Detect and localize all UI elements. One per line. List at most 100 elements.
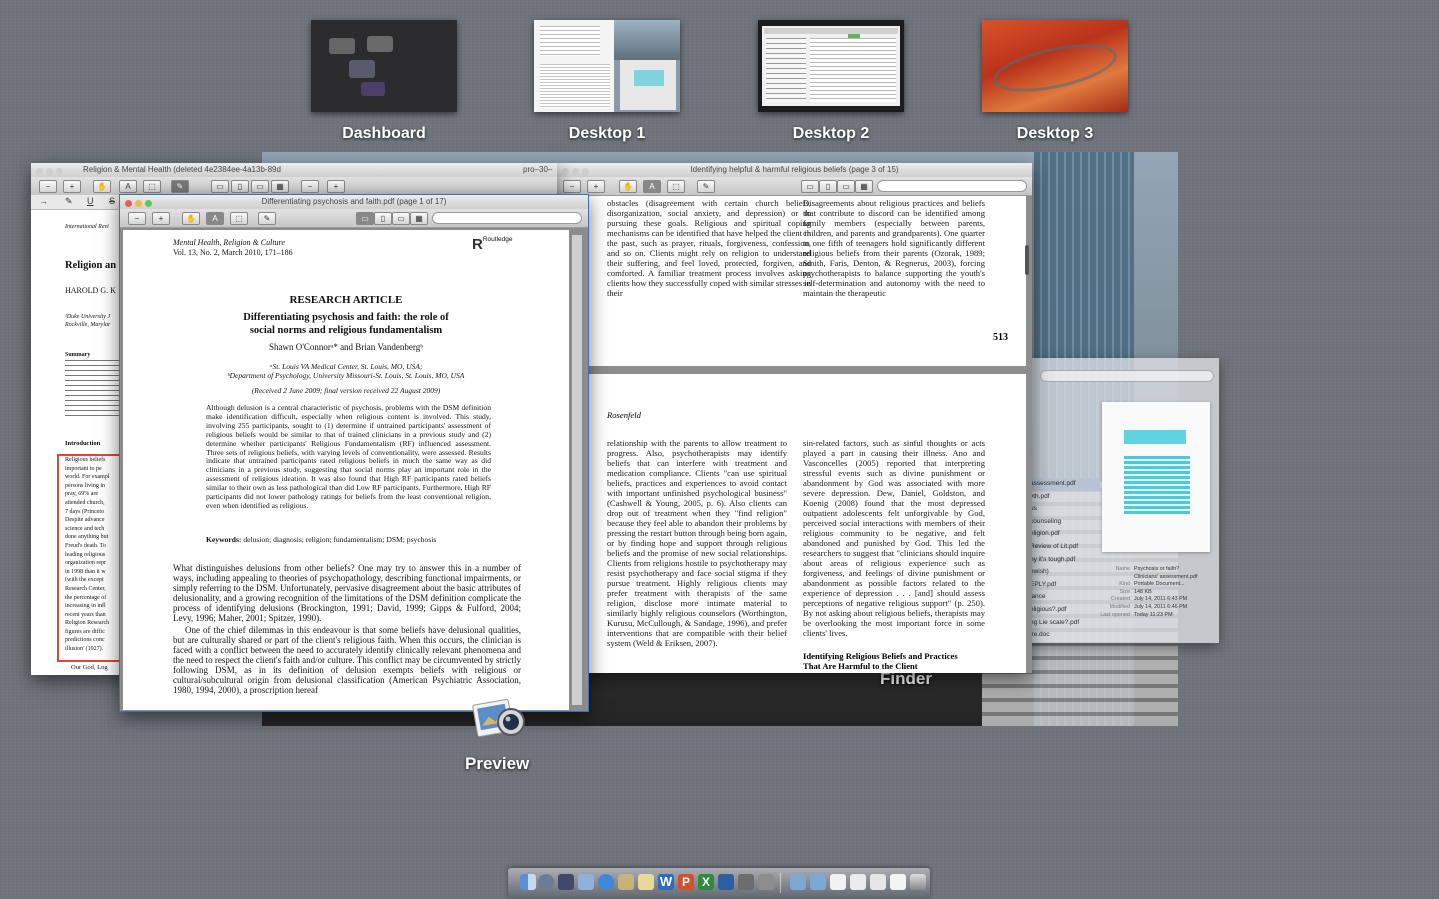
pdf-page: Mental Health, Religion & Culture Vol. 1… [123, 230, 569, 710]
text-tool-icon[interactable]: A [206, 212, 224, 225]
preview-dock-icon[interactable] [618, 874, 634, 890]
received-dates: (Received 2 June 2009; final version rec… [251, 386, 441, 395]
view-grid-icon[interactable]: ▦ [410, 212, 428, 225]
space-label-desktop2[interactable]: Desktop 2 [741, 125, 921, 143]
trash-dock-icon[interactable] [910, 874, 926, 890]
finder-file-item[interactable]: eligion.pdf [1030, 528, 1100, 541]
window-titlebar[interactable]: Differentiating psychosis and faith.pdf … [120, 195, 588, 209]
annotate-icon[interactable]: ✎ [171, 180, 189, 193]
space-dashboard-thumbnail[interactable] [311, 20, 457, 112]
finder-file-item[interactable]: us [1030, 503, 1100, 516]
app-dock-icon[interactable] [738, 874, 754, 890]
zoom-in-icon[interactable]: + [587, 180, 605, 193]
preview-window-identifying-beliefs[interactable]: Identifying helpful & harmful religious … [557, 163, 1032, 673]
hand-tool-icon[interactable]: ✋ [93, 180, 111, 193]
text-tool-icon[interactable]: A [119, 180, 137, 193]
app-label-preview[interactable]: Preview [465, 754, 529, 774]
hand-tool-icon[interactable]: ✋ [619, 180, 637, 193]
excel-dock-icon[interactable]: X [698, 874, 714, 890]
finder-file-item[interactable]: hy it's tough.pdf [1030, 554, 1100, 567]
annotate-icon[interactable]: ✎ [258, 212, 276, 225]
finder-file-item[interactable]: Review of Lit.pdf [1030, 541, 1100, 554]
mission-control-dock-icon[interactable] [558, 874, 574, 890]
app-dock-icon[interactable] [758, 874, 774, 890]
vertical-scrollbar[interactable] [572, 235, 582, 705]
folder-dock-icon[interactable] [810, 874, 826, 890]
vertical-scrollbar[interactable] [1025, 245, 1029, 275]
finder-window[interactable]: assessment.pdf vth.pdf us counseling eli… [1000, 358, 1219, 643]
finder-file-item[interactable]: ewish) [1030, 566, 1100, 579]
introduction-heading: Introduction [65, 440, 101, 447]
select-tool-icon[interactable]: ⬚ [667, 180, 685, 193]
document-dock-icon[interactable] [890, 874, 906, 890]
select-tool-icon[interactable]: ⬚ [230, 212, 248, 225]
zoom-out-icon[interactable]: − [563, 180, 581, 193]
view-single-icon[interactable]: ▭ [356, 212, 374, 225]
hand-tool-icon[interactable]: ✋ [182, 212, 200, 225]
section-heading-line: Identifying Religious Beliefs and Practi… [803, 651, 958, 661]
space-desktop3-thumbnail[interactable] [982, 20, 1128, 112]
space-desktop2-thumbnail[interactable] [758, 20, 904, 112]
launchpad-dock-icon[interactable] [538, 874, 554, 890]
safari-dock-icon[interactable] [598, 874, 614, 890]
view-grid-icon[interactable]: ▦ [271, 180, 289, 193]
abstract: Although delusion is a central character… [206, 403, 491, 510]
finder-file-item[interactable]: eligious?.pdf [1030, 604, 1100, 617]
preview-app-icon[interactable] [471, 692, 529, 748]
outlook-dock-icon[interactable] [718, 874, 734, 890]
window-toolbar: − + ✋ A ⬚ ✎ ▭ ▯ ▭ ▦ [557, 177, 1032, 196]
view-two-icon[interactable]: ▭ [837, 180, 855, 193]
keywords-list: delusion; diagnosis; religion; fundament… [243, 535, 437, 544]
zoom-out-icon[interactable]: − [128, 212, 146, 225]
view-thumbs-icon[interactable]: ▯ [374, 212, 392, 225]
strike-icon[interactable]: S [109, 196, 115, 206]
finder-file-item[interactable]: counseling [1030, 516, 1100, 529]
notes-dock-icon[interactable] [638, 874, 654, 890]
window-titlebar[interactable]: Religion & Mental Health (deleted 4e2384… [31, 163, 557, 177]
zoom-in-icon[interactable]: + [152, 212, 170, 225]
arrow-icon[interactable]: → [39, 196, 48, 206]
window-titlebar[interactable]: Identifying helpful & harmful religious … [557, 163, 1032, 177]
body-paragraph: What distinguishes delusions from other … [173, 563, 521, 623]
space-desktop1-thumbnail[interactable] [534, 20, 680, 112]
finder-dock-icon[interactable] [520, 874, 536, 890]
space-label-desktop1[interactable]: Desktop 1 [517, 125, 697, 143]
mail-dock-icon[interactable] [578, 874, 594, 890]
pencil-icon[interactable]: ✎ [65, 196, 73, 207]
zoom-out-icon[interactable]: − [301, 180, 319, 193]
zoom-in-icon[interactable]: + [63, 180, 81, 193]
space-label-dashboard[interactable]: Dashboard [294, 125, 474, 143]
document-dock-icon[interactable] [850, 874, 866, 890]
preview-window-differentiating-psychosis[interactable]: Differentiating psychosis and faith.pdf … [119, 194, 589, 712]
finder-file-item[interactable]: iance [1030, 591, 1100, 604]
finder-file-item[interactable]: ire.doc [1030, 629, 1100, 642]
document-dock-icon[interactable] [870, 874, 886, 890]
underline-icon[interactable]: U [87, 196, 94, 206]
folder-dock-icon[interactable] [790, 874, 806, 890]
document-dock-icon[interactable] [830, 874, 846, 890]
window-controls[interactable] [36, 166, 66, 177]
finder-file-item[interactable]: ng Lie scale?.pdf [1030, 617, 1100, 630]
view-grid-icon[interactable]: ▦ [855, 180, 873, 193]
view-two-icon[interactable]: ▭ [392, 212, 410, 225]
zoom-out-icon[interactable]: − [39, 180, 57, 193]
view-single-icon[interactable]: ▭ [211, 180, 229, 193]
view-thumbs-icon[interactable]: ▯ [819, 180, 837, 193]
search-field[interactable] [432, 212, 582, 224]
view-single-icon[interactable]: ▭ [801, 180, 819, 193]
zoom-in-icon[interactable]: + [327, 180, 345, 193]
space-label-desktop3[interactable]: Desktop 3 [965, 125, 1145, 143]
finder-file-item[interactable]: vth.pdf [1030, 491, 1100, 504]
view-thumbs-icon[interactable]: ▯ [231, 180, 249, 193]
finder-file-item[interactable]: EPLY.pdf [1030, 579, 1100, 592]
finder-file-item[interactable]: assessment.pdf [1030, 478, 1100, 491]
select-tool-icon[interactable]: ⬚ [143, 180, 161, 193]
text-tool-icon[interactable]: A [643, 180, 661, 193]
view-two-icon[interactable]: ▭ [251, 180, 269, 193]
finder-search-field[interactable] [1040, 370, 1214, 382]
search-field[interactable] [877, 180, 1027, 192]
powerpoint-dock-icon[interactable]: P [678, 874, 694, 890]
word-dock-icon[interactable]: W [658, 874, 674, 890]
annotate-icon[interactable]: ✎ [697, 180, 715, 193]
page-text-column: relationship with the parents to allow t… [607, 438, 787, 648]
